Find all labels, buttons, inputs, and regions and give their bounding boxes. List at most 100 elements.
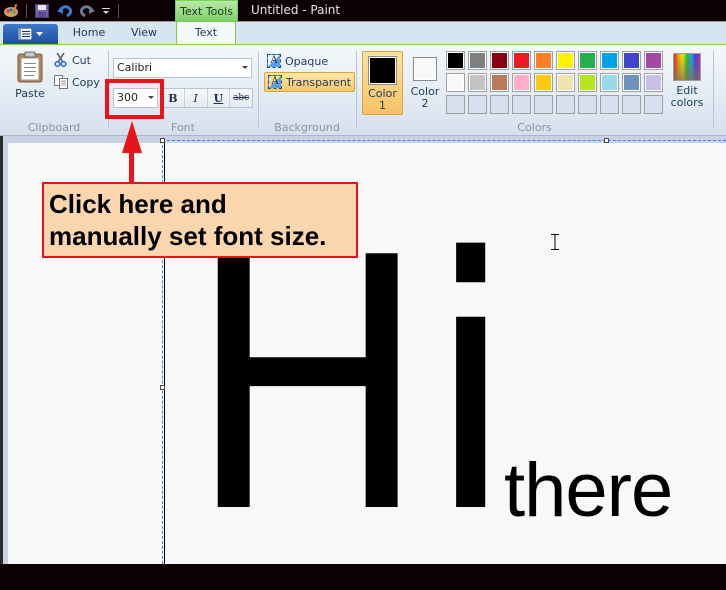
tab-view[interactable]: View [118,22,170,46]
palette-color-swatch[interactable] [468,51,487,70]
canvas-text-large: Hi [186,185,516,590]
palette-custom-slot[interactable] [446,95,465,114]
palette-color-swatch[interactable] [534,73,553,92]
transparent-label: Transparent [286,75,352,89]
arrow-shaft [129,150,134,183]
palette-color-swatch[interactable] [490,51,509,70]
color-spectrum-icon [673,53,701,81]
menu-icon [18,28,32,40]
palette-color-swatch[interactable] [556,73,575,92]
bold-button[interactable]: B [162,89,185,107]
cut-label: Cut [72,53,91,67]
group-divider [356,51,357,129]
tab-home[interactable]: Home [62,22,116,46]
background-group-label: Background [274,121,340,134]
palette-color-swatch[interactable] [644,51,663,70]
color-palette [446,51,663,114]
font-family-dropdown[interactable]: Calibri [113,58,252,78]
tab-text[interactable]: Text [176,21,236,46]
text-background-icon: A [268,75,282,89]
palette-custom-slot[interactable] [468,95,487,114]
palette-color-swatch[interactable] [578,73,597,92]
palette-color-swatch[interactable] [556,51,575,70]
palette-color-swatch[interactable] [512,51,531,70]
palette-custom-slot[interactable] [534,95,553,114]
customize-dropdown-icon[interactable] [98,0,114,21]
palette-custom-slot[interactable] [490,95,509,114]
palette-color-swatch[interactable] [622,73,641,92]
quick-access-toolbar [0,0,122,21]
color1-button[interactable]: Color 1 [362,51,403,115]
palette-color-swatch[interactable] [512,73,531,92]
copy-icon [54,75,68,89]
paint-menu-button[interactable] [3,24,58,44]
palette-color-swatch[interactable] [578,51,597,70]
palette-color-swatch[interactable] [622,51,641,70]
strikethrough-button[interactable]: abc [230,89,252,107]
highlight-box [105,79,164,119]
color1-number: 1 [379,99,386,112]
palette-color-swatch[interactable] [446,51,465,70]
swatch-fill [558,75,573,90]
paste-button[interactable]: Paste [11,51,49,103]
font-style-buttons: B I U abc [161,88,253,108]
swatch-fill [580,75,595,90]
chevron-down-icon [242,66,248,69]
window-title: Untitled - Paint [251,3,341,17]
resize-handle-top-left[interactable] [160,138,165,143]
copy-label: Copy [72,75,100,89]
palette-custom-slot[interactable] [644,95,663,114]
palette-color-swatch[interactable] [644,73,663,92]
ibeam-cursor-icon [551,234,559,250]
transparent-button[interactable]: A Transparent [264,72,356,92]
swatch-fill [624,75,639,90]
divider [114,0,122,21]
colors-group-label: Colors [517,121,552,134]
undo-icon[interactable] [54,0,76,21]
paste-label: Paste [15,87,45,100]
swatch-fill [602,75,617,90]
annotation-line-1: Click here and [49,189,227,219]
color2-number: 2 [421,97,429,110]
swatch-fill [646,53,661,68]
swatch-fill [514,53,529,68]
italic-button[interactable]: I [185,89,208,107]
ribbon-tab-bar: Home View Text [0,21,726,46]
annotation-callout: Click here and manually set font size. [42,182,358,258]
opaque-label: Opaque [285,54,329,68]
swatch-fill [492,75,507,90]
palette-custom-slot[interactable] [622,95,641,114]
palette-color-swatch[interactable] [600,51,619,70]
underline-button[interactable]: U [208,89,231,107]
palette-custom-slot[interactable] [512,95,531,114]
annotation-line-2: manually set font size. [49,221,327,251]
swatch-fill [470,75,485,90]
opaque-button[interactable]: A Opaque [264,51,331,71]
resize-handle-top-center[interactable] [604,138,609,143]
cut-button[interactable]: Cut [54,52,91,68]
palette-color-swatch[interactable] [600,73,619,92]
resize-handle-middle-left[interactable] [160,385,165,390]
save-icon[interactable] [30,0,54,21]
redo-icon[interactable] [76,0,98,21]
window-left-edge [0,136,3,564]
title-bar: Text Tools Untitled - Paint [0,0,726,21]
chevron-down-icon [36,32,43,36]
swatch-fill [646,75,661,90]
palette-color-swatch[interactable] [534,51,553,70]
text-background-icon: A [267,54,281,68]
palette-color-swatch[interactable] [446,73,465,92]
palette-color-swatch[interactable] [490,73,509,92]
font-family-value: Calibri [117,61,153,74]
swatch-fill [448,53,463,68]
edit-colors-button[interactable]: Edit colors [670,53,704,109]
color2-button[interactable]: Color 2 [407,51,443,115]
arrow-up-icon [122,121,142,153]
palette-custom-slot[interactable] [578,95,597,114]
copy-button[interactable]: Copy [54,74,100,90]
palette-custom-slot[interactable] [600,95,619,114]
palette-color-swatch[interactable] [468,73,487,92]
color1-swatch [368,56,397,85]
palette-custom-slot[interactable] [556,95,575,114]
paint-app-icon[interactable] [0,0,22,21]
